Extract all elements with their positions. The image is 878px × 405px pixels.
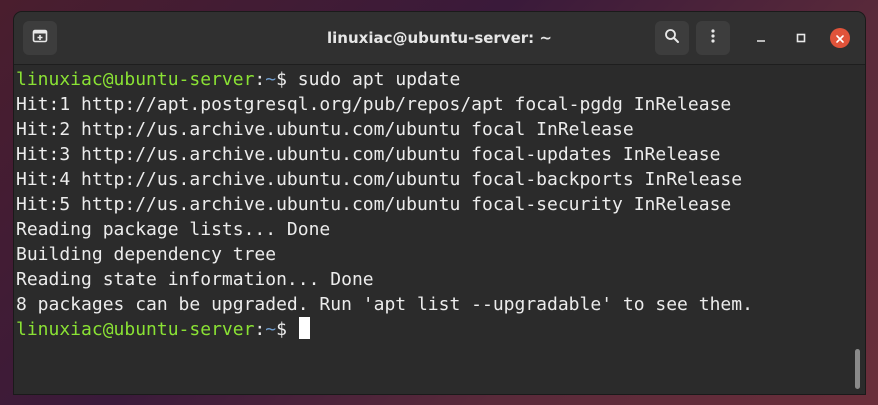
- prompt-symbol: $: [276, 69, 298, 90]
- prompt-separator: :: [254, 69, 266, 90]
- output-line: Reading state information... Done: [16, 269, 374, 290]
- prompt-line: linuxiac@ubuntu-server:~$: [16, 317, 865, 342]
- output-line: Hit:5 http://us.archive.ubuntu.com/ubunt…: [16, 194, 732, 215]
- search-button[interactable]: [655, 21, 689, 55]
- window-title: linuxiac@ubuntu-server: ~: [327, 29, 552, 47]
- menu-button[interactable]: [696, 21, 730, 55]
- output-line: Hit:2 http://us.archive.ubuntu.com/ubunt…: [16, 119, 634, 140]
- maximize-button[interactable]: [792, 29, 810, 47]
- output-line: 8 packages can be upgraded. Run 'apt lis…: [16, 294, 753, 315]
- search-icon: [664, 28, 680, 48]
- prompt-user: linuxiac@ubuntu-server: [16, 319, 255, 340]
- output-line: Hit:3 http://us.archive.ubuntu.com/ubunt…: [16, 144, 721, 165]
- close-icon: [835, 29, 845, 48]
- title-bar[interactable]: linuxiac@ubuntu-server: ~: [14, 12, 865, 65]
- terminal-output[interactable]: linuxiac@ubuntu-server:~$ sudo apt updat…: [14, 65, 865, 394]
- prompt-path: ~: [265, 69, 277, 90]
- prompt-path: ~: [265, 319, 277, 340]
- command-text: sudo apt update: [297, 69, 461, 90]
- maximize-icon: [795, 29, 807, 48]
- scrollbar-thumb[interactable]: [855, 349, 860, 389]
- prompt-user: linuxiac@ubuntu-server: [16, 69, 255, 90]
- close-button[interactable]: [830, 28, 850, 48]
- prompt-separator: :: [254, 319, 266, 340]
- minimize-button[interactable]: [752, 29, 770, 47]
- kebab-menu-icon: [705, 28, 721, 48]
- prompt-line: linuxiac@ubuntu-server:~$ sudo apt updat…: [16, 67, 865, 92]
- text-cursor: [298, 317, 310, 339]
- output-line: Hit:1 http://apt.postgresql.org/pub/repo…: [16, 94, 732, 115]
- output-line: Building dependency tree: [16, 244, 277, 265]
- minimize-icon: [755, 29, 767, 48]
- prompt-symbol: $: [276, 319, 298, 340]
- output-line: Reading package lists... Done: [16, 219, 331, 240]
- terminal-window: linuxiac@ubuntu-server: ~ linuxiac@ubunt…: [14, 12, 865, 394]
- output-line: Hit:4 http://us.archive.ubuntu.com/ubunt…: [16, 169, 743, 190]
